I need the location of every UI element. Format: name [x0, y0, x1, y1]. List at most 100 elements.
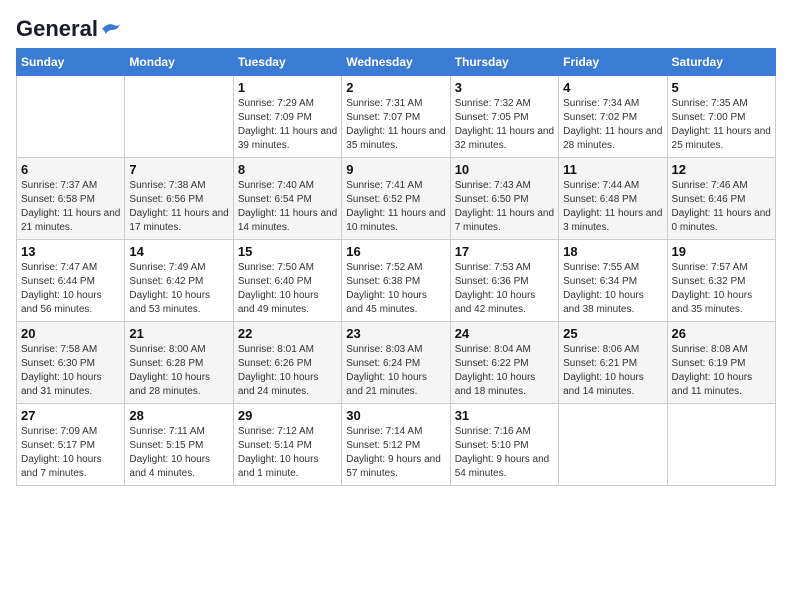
day-number: 14: [129, 244, 228, 259]
calendar-week-3: 13 Sunrise: 7:47 AM Sunset: 6:44 PM Dayli…: [17, 240, 776, 322]
day-number: 1: [238, 80, 337, 95]
calendar-cell: [125, 76, 233, 158]
calendar-cell: 6 Sunrise: 7:37 AM Sunset: 6:58 PM Daylig…: [17, 158, 125, 240]
day-number: 22: [238, 326, 337, 341]
day-detail: Sunrise: 7:53 AM Sunset: 6:36 PM Dayligh…: [455, 261, 554, 317]
day-number: 17: [455, 244, 554, 259]
logo-general: General: [16, 16, 98, 42]
calendar-cell: 5Sunrise: 7:35 AM Sunset: 7:00 PM Daylig…: [667, 76, 775, 158]
day-number: 3: [455, 80, 554, 95]
day-number: 18: [563, 244, 662, 259]
day-detail: Sunrise: 8:06 AM Sunset: 6:21 PM Dayligh…: [563, 343, 662, 399]
calendar-cell: [17, 76, 125, 158]
day-number: 27: [21, 408, 120, 423]
calendar-cell: 27 Sunrise: 7:09 AM Sunset: 5:17 PM Dayli…: [17, 404, 125, 486]
calendar-cell: 29Sunrise: 7:12 AM Sunset: 5:14 PM Dayli…: [233, 404, 341, 486]
day-detail: Sunrise: 7:29 AM Sunset: 7:09 PM Dayligh…: [238, 97, 337, 153]
calendar-cell: 9 Sunrise: 7:41 AM Sunset: 6:52 PM Daylig…: [342, 158, 450, 240]
calendar-cell: 25 Sunrise: 8:06 AM Sunset: 6:21 PM Dayli…: [559, 322, 667, 404]
day-number: 7: [129, 162, 228, 177]
day-number: 12: [672, 162, 771, 177]
day-number: 4: [563, 80, 662, 95]
day-detail: Sunrise: 7:40 AM Sunset: 6:54 PM Dayligh…: [238, 179, 337, 235]
day-number: 6: [21, 162, 120, 177]
calendar-week-4: 20Sunrise: 7:58 AM Sunset: 6:30 PM Dayli…: [17, 322, 776, 404]
day-number: 30: [346, 408, 445, 423]
day-detail: Sunrise: 8:04 AM Sunset: 6:22 PM Dayligh…: [455, 343, 554, 399]
day-number: 23: [346, 326, 445, 341]
weekday-header-sunday: Sunday: [17, 49, 125, 76]
day-number: 2: [346, 80, 445, 95]
day-number: 11: [563, 162, 662, 177]
weekday-header-saturday: Saturday: [667, 49, 775, 76]
calendar-cell: 1 Sunrise: 7:29 AM Sunset: 7:09 PM Daylig…: [233, 76, 341, 158]
calendar-cell: 20Sunrise: 7:58 AM Sunset: 6:30 PM Dayli…: [17, 322, 125, 404]
day-number: 16: [346, 244, 445, 259]
day-number: 9: [346, 162, 445, 177]
calendar-cell: 3Sunrise: 7:32 AM Sunset: 7:05 PM Daylig…: [450, 76, 558, 158]
day-detail: Sunrise: 7:34 AM Sunset: 7:02 PM Dayligh…: [563, 97, 662, 153]
weekday-header-tuesday: Tuesday: [233, 49, 341, 76]
day-detail: Sunrise: 7:41 AM Sunset: 6:52 PM Dayligh…: [346, 179, 445, 235]
calendar-cell: 2Sunrise: 7:31 AM Sunset: 7:07 PM Daylig…: [342, 76, 450, 158]
calendar-header: SundayMondayTuesdayWednesdayThursdayFrid…: [17, 49, 776, 76]
day-detail: Sunrise: 7:55 AM Sunset: 6:34 PM Dayligh…: [563, 261, 662, 317]
weekday-header-row: SundayMondayTuesdayWednesdayThursdayFrid…: [17, 49, 776, 76]
day-number: 13: [21, 244, 120, 259]
calendar-cell: 17 Sunrise: 7:53 AM Sunset: 6:36 PM Dayli…: [450, 240, 558, 322]
calendar-cell: 15 Sunrise: 7:50 AM Sunset: 6:40 PM Dayli…: [233, 240, 341, 322]
day-detail: Sunrise: 7:47 AM Sunset: 6:44 PM Dayligh…: [21, 261, 120, 317]
calendar-cell: 30 Sunrise: 7:14 AM Sunset: 5:12 PM Dayli…: [342, 404, 450, 486]
calendar-cell: [667, 404, 775, 486]
day-number: 24: [455, 326, 554, 341]
calendar-cell: 26Sunrise: 8:08 AM Sunset: 6:19 PM Dayli…: [667, 322, 775, 404]
calendar-cell: [559, 404, 667, 486]
day-detail: Sunrise: 7:09 AM Sunset: 5:17 PM Dayligh…: [21, 425, 120, 481]
day-detail: Sunrise: 7:57 AM Sunset: 6:32 PM Dayligh…: [672, 261, 771, 317]
day-detail: Sunrise: 7:16 AM Sunset: 5:10 PM Dayligh…: [455, 425, 554, 481]
day-detail: Sunrise: 7:12 AM Sunset: 5:14 PM Dayligh…: [238, 425, 337, 481]
day-detail: Sunrise: 7:14 AM Sunset: 5:12 PM Dayligh…: [346, 425, 445, 481]
calendar-body: 1 Sunrise: 7:29 AM Sunset: 7:09 PM Daylig…: [17, 76, 776, 486]
calendar-table: SundayMondayTuesdayWednesdayThursdayFrid…: [16, 48, 776, 486]
calendar-cell: 18 Sunrise: 7:55 AM Sunset: 6:34 PM Dayli…: [559, 240, 667, 322]
day-detail: Sunrise: 7:46 AM Sunset: 6:46 PM Dayligh…: [672, 179, 771, 235]
calendar-cell: 12 Sunrise: 7:46 AM Sunset: 6:46 PM Dayli…: [667, 158, 775, 240]
logo: General: [16, 16, 122, 38]
calendar-cell: 8 Sunrise: 7:40 AM Sunset: 6:54 PM Daylig…: [233, 158, 341, 240]
day-detail: Sunrise: 8:00 AM Sunset: 6:28 PM Dayligh…: [129, 343, 228, 399]
day-detail: Sunrise: 7:50 AM Sunset: 6:40 PM Dayligh…: [238, 261, 337, 317]
calendar-week-1: 1 Sunrise: 7:29 AM Sunset: 7:09 PM Daylig…: [17, 76, 776, 158]
calendar-cell: 19Sunrise: 7:57 AM Sunset: 6:32 PM Dayli…: [667, 240, 775, 322]
day-number: 21: [129, 326, 228, 341]
calendar-week-5: 27 Sunrise: 7:09 AM Sunset: 5:17 PM Dayli…: [17, 404, 776, 486]
logo-bird-icon: [100, 20, 122, 38]
day-number: 28: [129, 408, 228, 423]
day-detail: Sunrise: 7:44 AM Sunset: 6:48 PM Dayligh…: [563, 179, 662, 235]
calendar-cell: 11 Sunrise: 7:44 AM Sunset: 6:48 PM Dayli…: [559, 158, 667, 240]
day-number: 25: [563, 326, 662, 341]
day-detail: Sunrise: 7:58 AM Sunset: 6:30 PM Dayligh…: [21, 343, 120, 399]
day-detail: Sunrise: 7:11 AM Sunset: 5:15 PM Dayligh…: [129, 425, 228, 481]
calendar-cell: 31Sunrise: 7:16 AM Sunset: 5:10 PM Dayli…: [450, 404, 558, 486]
calendar-cell: 16Sunrise: 7:52 AM Sunset: 6:38 PM Dayli…: [342, 240, 450, 322]
day-number: 15: [238, 244, 337, 259]
day-detail: Sunrise: 7:49 AM Sunset: 6:42 PM Dayligh…: [129, 261, 228, 317]
calendar-cell: 13 Sunrise: 7:47 AM Sunset: 6:44 PM Dayli…: [17, 240, 125, 322]
weekday-header-thursday: Thursday: [450, 49, 558, 76]
day-detail: Sunrise: 7:37 AM Sunset: 6:58 PM Dayligh…: [21, 179, 120, 235]
day-number: 5: [672, 80, 771, 95]
day-number: 8: [238, 162, 337, 177]
calendar-cell: 23 Sunrise: 8:03 AM Sunset: 6:24 PM Dayli…: [342, 322, 450, 404]
day-detail: Sunrise: 7:43 AM Sunset: 6:50 PM Dayligh…: [455, 179, 554, 235]
calendar-cell: 24 Sunrise: 8:04 AM Sunset: 6:22 PM Dayli…: [450, 322, 558, 404]
calendar-cell: 10 Sunrise: 7:43 AM Sunset: 6:50 PM Dayli…: [450, 158, 558, 240]
weekday-header-wednesday: Wednesday: [342, 49, 450, 76]
day-number: 10: [455, 162, 554, 177]
calendar-week-2: 6 Sunrise: 7:37 AM Sunset: 6:58 PM Daylig…: [17, 158, 776, 240]
calendar-cell: 28 Sunrise: 7:11 AM Sunset: 5:15 PM Dayli…: [125, 404, 233, 486]
day-detail: Sunrise: 8:03 AM Sunset: 6:24 PM Dayligh…: [346, 343, 445, 399]
day-detail: Sunrise: 8:08 AM Sunset: 6:19 PM Dayligh…: [672, 343, 771, 399]
calendar-cell: 4 Sunrise: 7:34 AM Sunset: 7:02 PM Daylig…: [559, 76, 667, 158]
calendar-cell: 22Sunrise: 8:01 AM Sunset: 6:26 PM Dayli…: [233, 322, 341, 404]
